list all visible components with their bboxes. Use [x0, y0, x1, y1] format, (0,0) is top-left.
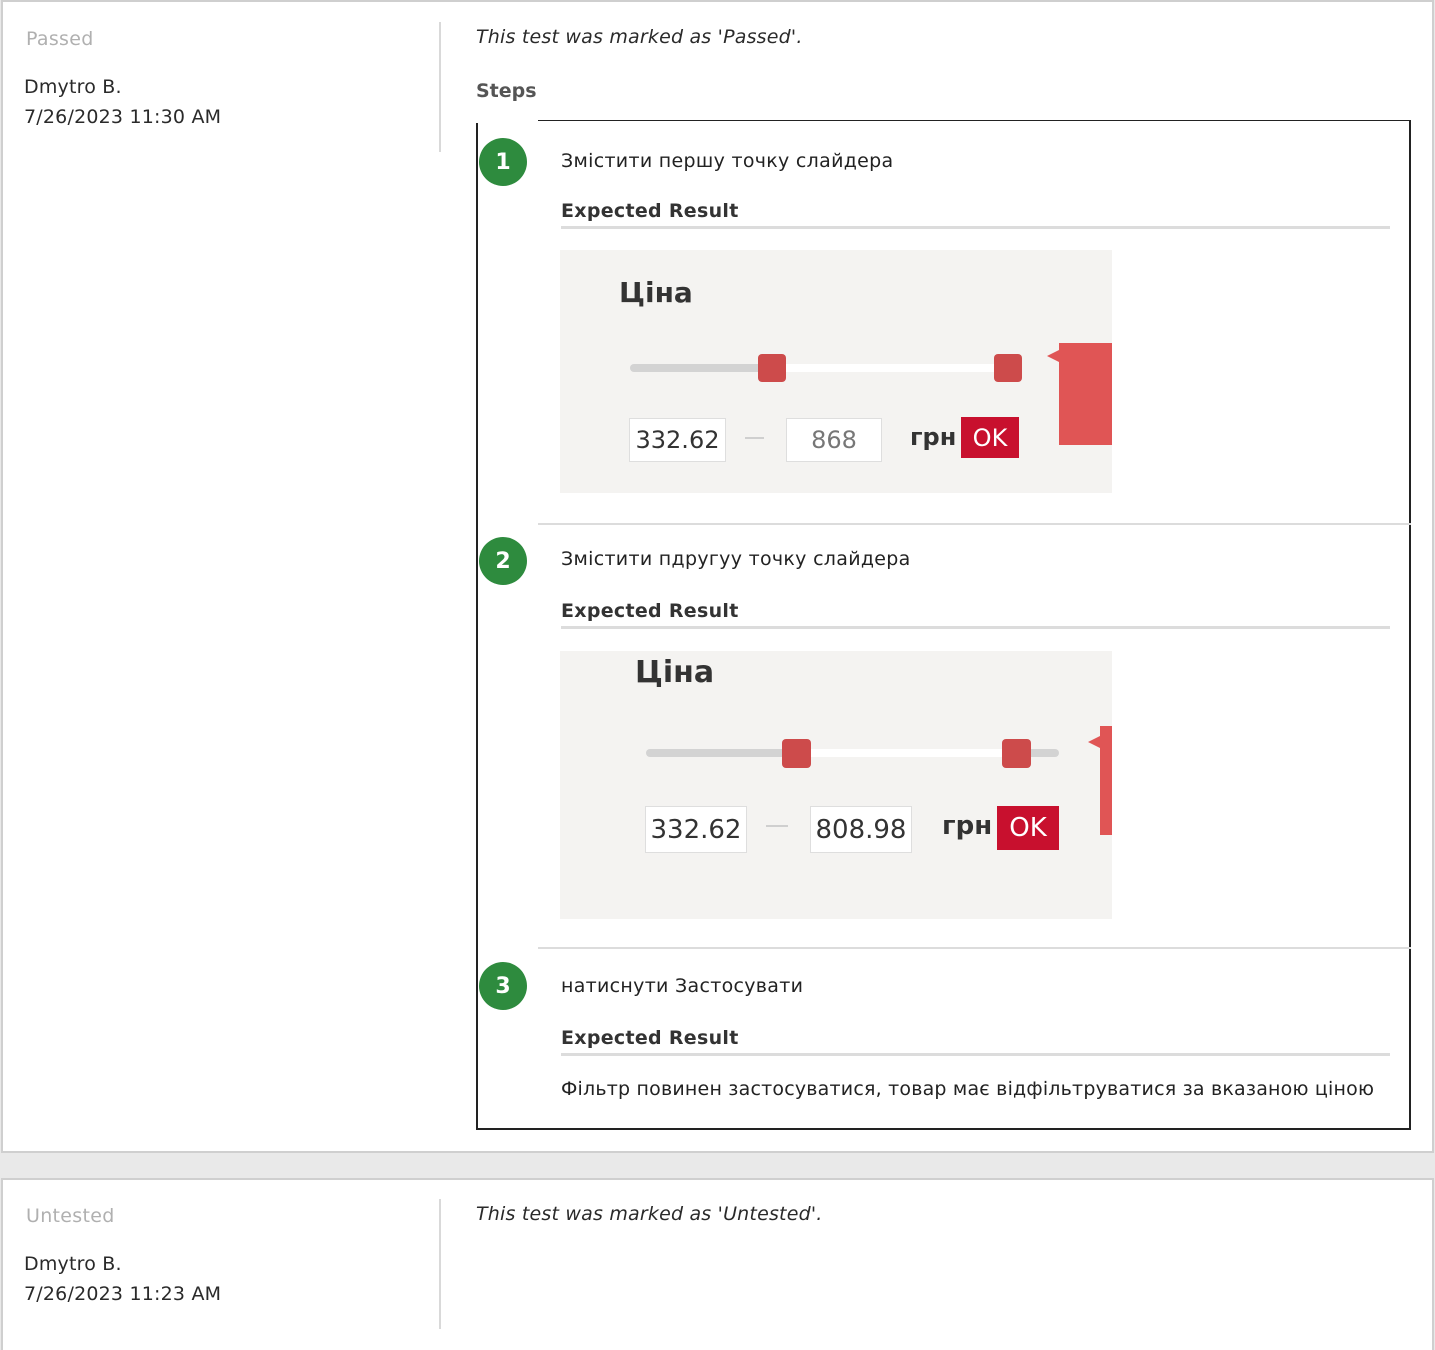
step-number-badge: 2 — [479, 537, 527, 585]
expected-result-label: Expected Result — [561, 1027, 1390, 1056]
range-dash — [766, 825, 788, 827]
price-min-input: 332.62 — [629, 418, 726, 462]
result-meta: Passed Dmytro B. 7/26/2023 11:30 AM — [24, 28, 221, 132]
user-name: Dmytro B. — [24, 76, 122, 98]
price-slider-range — [796, 749, 1016, 757]
price-tooltip-tab — [1100, 726, 1112, 835]
range-dash — [745, 437, 764, 439]
price-tooltip-tab — [1059, 343, 1112, 445]
timestamp: 7/26/2023 11:23 AM — [24, 1283, 222, 1305]
price-filter-title: Ціна — [619, 276, 693, 309]
step-description: натиснути Застосувати — [561, 975, 804, 997]
price-max-input: 808.98 — [810, 806, 912, 853]
expected-result-text: Фільтр повинен застосуватися, товар має … — [561, 1078, 1375, 1100]
status-label: Passed — [26, 28, 94, 50]
expected-result-label: Expected Result — [561, 600, 1390, 629]
timestamp: 7/26/2023 11:30 AM — [24, 106, 222, 128]
expected-result-screenshot[interactable]: Ціна 332.62 868 грн OK — [560, 250, 1112, 493]
price-max-input: 868 — [786, 418, 882, 462]
tooltip-pointer — [1088, 736, 1100, 748]
step-number-badge: 3 — [479, 962, 527, 1010]
steps-heading: Steps — [476, 80, 537, 102]
status-message: This test was marked as 'Untested'. — [476, 1203, 823, 1225]
slider-handle-min — [758, 354, 786, 382]
price-slider-range — [772, 364, 1008, 372]
step-description: Змістити першу точку слайдера — [561, 150, 894, 172]
expected-result-screenshot[interactable]: Ціна 332.62 808.98 грн OK — [560, 651, 1112, 919]
ok-button: OK — [961, 417, 1019, 458]
status-message: This test was marked as 'Passed'. — [476, 26, 803, 48]
currency-label: грн — [910, 423, 957, 451]
user-name: Dmytro B. — [24, 1253, 122, 1275]
meta-divider — [439, 22, 441, 152]
slider-handle-min — [782, 739, 811, 768]
result-meta: Untested Dmytro B. 7/26/2023 11:23 AM — [24, 1205, 221, 1309]
slider-handle-max — [1002, 739, 1031, 768]
meta-divider — [439, 1199, 441, 1329]
price-min-input: 332.62 — [645, 806, 747, 853]
currency-label: грн — [942, 811, 993, 841]
step-separator — [538, 947, 1411, 949]
tooltip-pointer — [1047, 350, 1059, 362]
expected-result-label: Expected Result — [561, 200, 1390, 229]
slider-handle-max — [994, 354, 1022, 382]
status-label: Untested — [26, 1205, 115, 1227]
price-filter-title: Ціна — [635, 655, 715, 690]
step-separator — [538, 523, 1411, 525]
step-number-badge: 1 — [479, 138, 527, 186]
ok-button: OK — [997, 806, 1059, 850]
step-description: Змістити пдругуу точку слайдера — [561, 548, 911, 570]
